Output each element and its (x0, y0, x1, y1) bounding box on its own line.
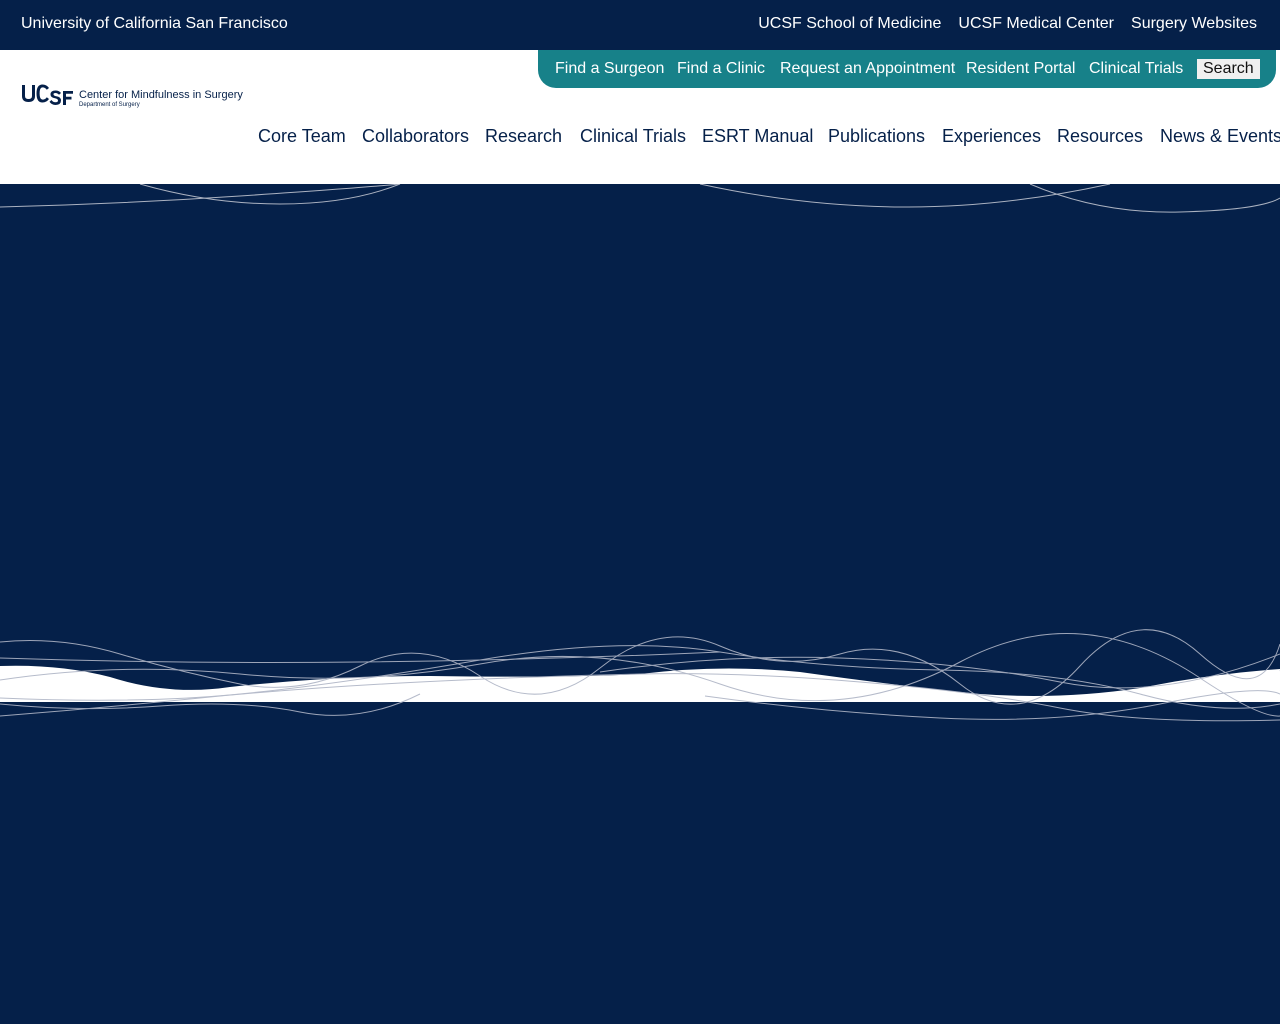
nav-publications[interactable]: Publications (828, 126, 925, 147)
site-header: Find a Surgeon Find a Clinic Request an … (0, 50, 1280, 184)
resident-portal-link[interactable]: Resident Portal (966, 60, 1075, 78)
surgery-websites-link[interactable]: Surgery Websites (1131, 15, 1257, 33)
nav-core-team[interactable]: Core Team (258, 126, 346, 147)
logo-title: Center for Mindfulness in Surgery (79, 89, 243, 101)
university-link[interactable]: University of California San Francisco (21, 15, 288, 33)
top-utility-bar: University of California San Francisco U… (0, 0, 1280, 50)
find-a-surgeon-link[interactable]: Find a Surgeon (555, 60, 664, 78)
quick-clinical-trials-link[interactable]: Clinical Trials (1089, 60, 1183, 78)
utility-links: UCSF School of Medicine UCSF Medical Cen… (758, 15, 1257, 33)
school-of-medicine-link[interactable]: UCSF School of Medicine (758, 15, 941, 33)
ucsf-logo[interactable]: Center for Mindfulness in Surgery Depart… (20, 81, 250, 111)
logo-subtitle: Department of Surgery (79, 102, 140, 108)
nav-experiences[interactable]: Experiences (942, 126, 1041, 147)
nav-resources[interactable]: Resources (1057, 126, 1143, 147)
hero-banner (0, 184, 1280, 1024)
find-a-clinic-link[interactable]: Find a Clinic (677, 60, 765, 78)
search-button[interactable]: Search (1197, 59, 1260, 79)
decorative-wave-lines (0, 184, 1280, 722)
request-appointment-link[interactable]: Request an Appointment (780, 60, 955, 78)
nav-collaborators[interactable]: Collaborators (362, 126, 469, 147)
main-navigation: Core Team Collaborators Research Clinica… (0, 126, 1280, 148)
nav-clinical-trials[interactable]: Clinical Trials (580, 126, 686, 147)
ucsf-logo-mark (22, 84, 73, 105)
quick-links-bar: Find a Surgeon Find a Clinic Request an … (538, 50, 1276, 88)
medical-center-link[interactable]: UCSF Medical Center (958, 15, 1114, 33)
nav-esrt-manual[interactable]: ESRT Manual (702, 126, 813, 147)
nav-research[interactable]: Research (485, 126, 562, 147)
nav-news-events[interactable]: News & Events (1160, 126, 1280, 147)
